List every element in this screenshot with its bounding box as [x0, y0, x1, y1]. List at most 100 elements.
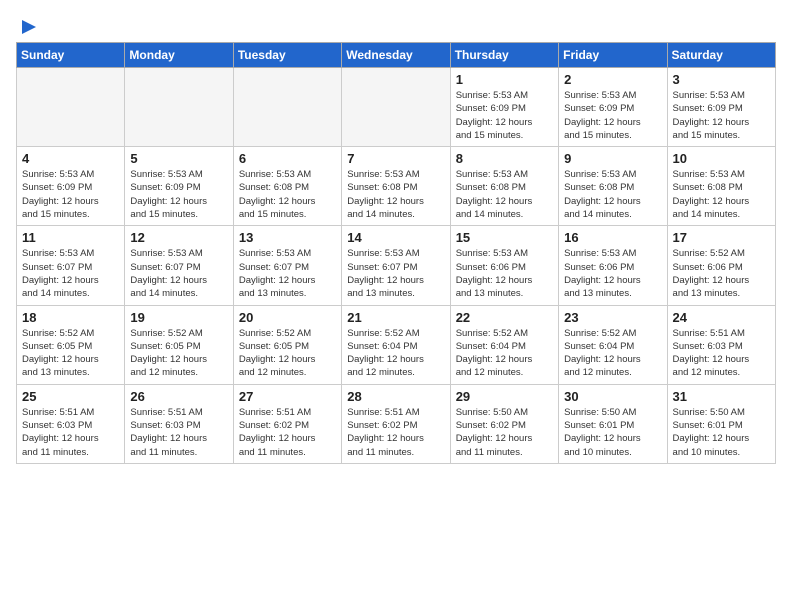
calendar-cell: 13 Sunrise: 5:53 AMSunset: 6:07 PMDayligh… — [233, 226, 341, 305]
day-info: Sunrise: 5:53 AMSunset: 6:09 PMDaylight:… — [673, 89, 770, 142]
day-number: 29 — [456, 389, 553, 404]
day-number: 24 — [673, 310, 770, 325]
day-info: Sunrise: 5:53 AMSunset: 6:08 PMDaylight:… — [239, 168, 336, 221]
day-number: 2 — [564, 72, 661, 87]
day-number: 25 — [22, 389, 119, 404]
day-number: 13 — [239, 230, 336, 245]
calendar-cell: 8 Sunrise: 5:53 AMSunset: 6:08 PMDaylight… — [450, 147, 558, 226]
calendar-cell — [17, 68, 125, 147]
day-number: 12 — [130, 230, 227, 245]
day-number: 14 — [347, 230, 444, 245]
calendar-cell: 20Sunrise: 5:52 AMSunset: 6:05 PMDayligh… — [233, 305, 341, 384]
calendar: SundayMondayTuesdayWednesdayThursdayFrid… — [16, 42, 776, 464]
day-header-thursday: Thursday — [450, 43, 558, 68]
logo — [16, 16, 40, 34]
calendar-cell: 18 Sunrise: 5:52 AMSunset: 6:05 PMDayligh… — [17, 305, 125, 384]
day-info: Sunrise: 5:53 AMSunset: 6:09 PMDaylight:… — [22, 168, 119, 221]
calendar-cell: 24 Sunrise: 5:51 AMSunset: 6:03 PMDayligh… — [667, 305, 775, 384]
day-info: Sunrise: 5:53 AMSunset: 6:07 PMDaylight:… — [239, 247, 336, 300]
day-number: 17 — [673, 230, 770, 245]
day-info: Sunrise: 5:53 AMSunset: 6:07 PMDaylight:… — [22, 247, 119, 300]
day-info: Sunrise: 5:53 AMSunset: 6:06 PMDaylight:… — [456, 247, 553, 300]
day-header-monday: Monday — [125, 43, 233, 68]
day-info: Sunrise: 5:53 AMSunset: 6:06 PMDaylight:… — [564, 247, 661, 300]
calendar-cell: 30 Sunrise: 5:50 AMSunset: 6:01 PMDayligh… — [559, 384, 667, 463]
day-number: 30 — [564, 389, 661, 404]
calendar-cell: 17 Sunrise: 5:52 AMSunset: 6:06 PMDayligh… — [667, 226, 775, 305]
calendar-cell: 5 Sunrise: 5:53 AMSunset: 6:09 PMDaylight… — [125, 147, 233, 226]
day-number: 27 — [239, 389, 336, 404]
calendar-cell — [342, 68, 450, 147]
day-info: Sunrise: 5:51 AMSunset: 6:03 PMDaylight:… — [673, 327, 770, 380]
day-number: 11 — [22, 230, 119, 245]
day-info: Sunrise: 5:53 AMSunset: 6:09 PMDaylight:… — [456, 89, 553, 142]
day-number: 7 — [347, 151, 444, 166]
day-number: 18 — [22, 310, 119, 325]
day-info: Sunrise: 5:52 AMSunset: 6:04 PMDaylight:… — [564, 327, 661, 380]
day-info: Sunrise: 5:52 AMSunset: 6:05 PMDaylight:… — [130, 327, 227, 380]
day-number: 15 — [456, 230, 553, 245]
calendar-cell: 3 Sunrise: 5:53 AMSunset: 6:09 PMDaylight… — [667, 68, 775, 147]
day-info: Sunrise: 5:50 AMSunset: 6:01 PMDaylight:… — [564, 406, 661, 459]
calendar-cell: 23 Sunrise: 5:52 AMSunset: 6:04 PMDayligh… — [559, 305, 667, 384]
calendar-cell: 16 Sunrise: 5:53 AMSunset: 6:06 PMDayligh… — [559, 226, 667, 305]
day-number: 8 — [456, 151, 553, 166]
calendar-cell: 11 Sunrise: 5:53 AMSunset: 6:07 PMDayligh… — [17, 226, 125, 305]
day-info: Sunrise: 5:53 AMSunset: 6:09 PMDaylight:… — [564, 89, 661, 142]
day-info: Sunrise: 5:50 AMSunset: 6:01 PMDaylight:… — [673, 406, 770, 459]
day-number: 4 — [22, 151, 119, 166]
calendar-cell: 22Sunrise: 5:52 AMSunset: 6:04 PMDayligh… — [450, 305, 558, 384]
day-header-tuesday: Tuesday — [233, 43, 341, 68]
calendar-cell: 1 Sunrise: 5:53 AMSunset: 6:09 PMDaylight… — [450, 68, 558, 147]
day-info: Sunrise: 5:53 AMSunset: 6:08 PMDaylight:… — [347, 168, 444, 221]
day-info: Sunrise: 5:51 AMSunset: 6:03 PMDaylight:… — [130, 406, 227, 459]
calendar-cell: 10 Sunrise: 5:53 AMSunset: 6:08 PMDayligh… — [667, 147, 775, 226]
day-number: 21 — [347, 310, 444, 325]
day-number: 5 — [130, 151, 227, 166]
calendar-cell: 9 Sunrise: 5:53 AMSunset: 6:08 PMDaylight… — [559, 147, 667, 226]
day-number: 19 — [130, 310, 227, 325]
day-info: Sunrise: 5:52 AMSunset: 6:04 PMDaylight:… — [456, 327, 553, 380]
day-info: Sunrise: 5:52 AMSunset: 6:05 PMDaylight:… — [22, 327, 119, 380]
calendar-cell: 28 Sunrise: 5:51 AMSunset: 6:02 PMDayligh… — [342, 384, 450, 463]
day-number: 28 — [347, 389, 444, 404]
calendar-cell: 7 Sunrise: 5:53 AMSunset: 6:08 PMDaylight… — [342, 147, 450, 226]
day-header-wednesday: Wednesday — [342, 43, 450, 68]
calendar-cell — [233, 68, 341, 147]
day-info: Sunrise: 5:52 AMSunset: 6:06 PMDaylight:… — [673, 247, 770, 300]
calendar-cell: 26 Sunrise: 5:51 AMSunset: 6:03 PMDayligh… — [125, 384, 233, 463]
day-number: 26 — [130, 389, 227, 404]
calendar-cell: 12 Sunrise: 5:53 AMSunset: 6:07 PMDayligh… — [125, 226, 233, 305]
calendar-week-2: 11 Sunrise: 5:53 AMSunset: 6:07 PMDayligh… — [17, 226, 776, 305]
day-number: 3 — [673, 72, 770, 87]
calendar-week-4: 25 Sunrise: 5:51 AMSunset: 6:03 PMDayligh… — [17, 384, 776, 463]
day-info: Sunrise: 5:53 AMSunset: 6:07 PMDaylight:… — [130, 247, 227, 300]
day-info: Sunrise: 5:51 AMSunset: 6:02 PMDaylight:… — [239, 406, 336, 459]
day-info: Sunrise: 5:52 AMSunset: 6:04 PMDaylight:… — [347, 327, 444, 380]
day-info: Sunrise: 5:53 AMSunset: 6:08 PMDaylight:… — [673, 168, 770, 221]
day-number: 9 — [564, 151, 661, 166]
day-info: Sunrise: 5:53 AMSunset: 6:07 PMDaylight:… — [347, 247, 444, 300]
day-number: 20 — [239, 310, 336, 325]
day-number: 10 — [673, 151, 770, 166]
day-header-saturday: Saturday — [667, 43, 775, 68]
day-info: Sunrise: 5:53 AMSunset: 6:09 PMDaylight:… — [130, 168, 227, 221]
day-number: 6 — [239, 151, 336, 166]
calendar-cell: 25 Sunrise: 5:51 AMSunset: 6:03 PMDayligh… — [17, 384, 125, 463]
day-info: Sunrise: 5:53 AMSunset: 6:08 PMDaylight:… — [456, 168, 553, 221]
day-info: Sunrise: 5:51 AMSunset: 6:03 PMDaylight:… — [22, 406, 119, 459]
day-number: 1 — [456, 72, 553, 87]
calendar-cell: 15 Sunrise: 5:53 AMSunset: 6:06 PMDayligh… — [450, 226, 558, 305]
calendar-cell: 6 Sunrise: 5:53 AMSunset: 6:08 PMDaylight… — [233, 147, 341, 226]
day-info: Sunrise: 5:51 AMSunset: 6:02 PMDaylight:… — [347, 406, 444, 459]
calendar-cell: 31 Sunrise: 5:50 AMSunset: 6:01 PMDayligh… — [667, 384, 775, 463]
calendar-cell: 4 Sunrise: 5:53 AMSunset: 6:09 PMDaylight… — [17, 147, 125, 226]
day-number: 31 — [673, 389, 770, 404]
calendar-cell: 29Sunrise: 5:50 AMSunset: 6:02 PMDayligh… — [450, 384, 558, 463]
calendar-cell: 21 Sunrise: 5:52 AMSunset: 6:04 PMDayligh… — [342, 305, 450, 384]
day-number: 23 — [564, 310, 661, 325]
day-info: Sunrise: 5:53 AMSunset: 6:08 PMDaylight:… — [564, 168, 661, 221]
calendar-cell: 2 Sunrise: 5:53 AMSunset: 6:09 PMDaylight… — [559, 68, 667, 147]
day-number: 16 — [564, 230, 661, 245]
calendar-body: 1 Sunrise: 5:53 AMSunset: 6:09 PMDaylight… — [17, 68, 776, 464]
